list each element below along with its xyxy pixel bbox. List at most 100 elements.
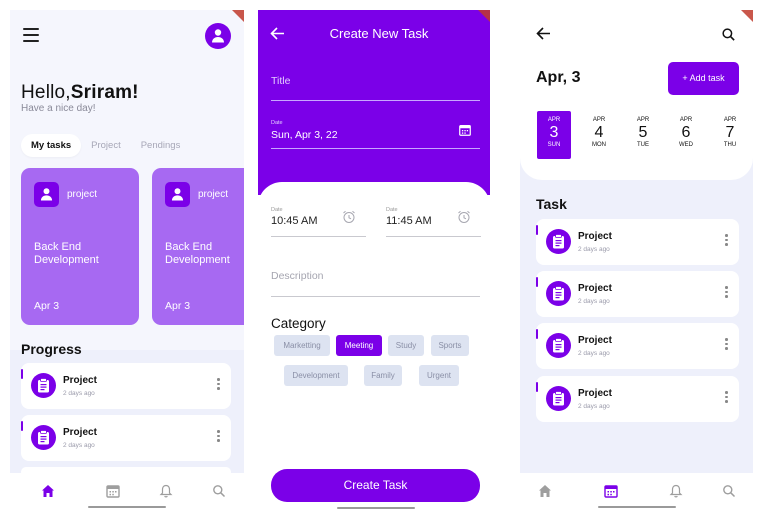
user-name: Sriram! xyxy=(70,82,139,103)
day-number: 3 xyxy=(549,124,559,141)
back-arrow-icon[interactable] xyxy=(536,27,551,40)
category-chip-development[interactable]: Development xyxy=(284,365,348,386)
list-item[interactable]: Project 2 days ago xyxy=(21,363,231,409)
calendar-icon[interactable] xyxy=(105,483,121,499)
category-heading: Category xyxy=(271,316,326,331)
accent-bar xyxy=(536,225,538,235)
create-task-button[interactable]: Create Task xyxy=(271,469,480,502)
card-title: Back End Development xyxy=(34,241,99,266)
add-task-button[interactable]: + Add task xyxy=(668,62,739,95)
item-name: Project xyxy=(578,388,612,399)
user-icon xyxy=(212,29,224,43)
day-item-4[interactable]: APR 4 MON xyxy=(582,111,616,159)
calendar-icon[interactable] xyxy=(458,123,472,137)
home-icon[interactable] xyxy=(537,483,553,499)
more-vert-icon[interactable] xyxy=(217,430,220,444)
item-name: Project xyxy=(63,427,97,438)
list-item[interactable]: Project 2 days ago xyxy=(536,219,739,265)
date-underline xyxy=(271,148,480,149)
end-time-underline xyxy=(386,236,481,237)
bottom-nav xyxy=(10,473,244,511)
tab-my-tasks[interactable]: My tasks xyxy=(21,134,82,157)
search-icon[interactable] xyxy=(721,27,736,42)
card-title: Back End Development xyxy=(165,241,230,266)
category-chip-meeting[interactable]: Meeting xyxy=(336,335,382,356)
task-tabs: My tasks Project Pendings xyxy=(21,134,190,157)
task-card[interactable]: project Back End Development Apr 3 xyxy=(21,168,139,325)
tab-project[interactable]: Project xyxy=(81,134,131,157)
day-weekday: TUE xyxy=(637,142,649,148)
card-tag: project xyxy=(198,189,229,200)
day-month: APR xyxy=(723,117,737,123)
clipboard-icon xyxy=(546,386,571,411)
day-number: 4 xyxy=(594,124,604,141)
search-icon[interactable] xyxy=(721,483,737,499)
category-chip-marketting[interactable]: Marketting xyxy=(274,335,330,356)
item-time: 2 days ago xyxy=(578,298,610,305)
bell-icon[interactable] xyxy=(668,483,684,499)
debug-banner xyxy=(232,10,244,22)
home-indicator xyxy=(88,506,166,508)
avatar[interactable] xyxy=(205,23,231,49)
list-item[interactable]: Project 2 days ago xyxy=(21,415,231,461)
home-icon[interactable] xyxy=(40,483,56,499)
description-underline xyxy=(271,296,480,297)
accent-bar xyxy=(536,329,538,339)
search-icon[interactable] xyxy=(211,483,227,499)
title-underline xyxy=(271,100,480,101)
start-time-field[interactable]: Date 10:45 AM xyxy=(271,207,366,237)
page-title: Create New Task xyxy=(329,26,429,41)
day-item-7[interactable]: APR 7 THU xyxy=(713,111,747,159)
more-vert-icon[interactable] xyxy=(725,391,728,405)
category-chip-study[interactable]: Study xyxy=(388,335,424,356)
bell-icon[interactable] xyxy=(158,483,174,499)
end-time-field[interactable]: Date 11:45 AM xyxy=(386,207,481,237)
clipboard-icon xyxy=(31,373,56,398)
item-time: 2 days ago xyxy=(63,442,95,449)
clipboard-icon xyxy=(546,281,571,306)
more-vert-icon[interactable] xyxy=(725,286,728,300)
user-icon xyxy=(34,182,59,207)
day-month: APR xyxy=(547,117,561,123)
clipboard-icon xyxy=(546,333,571,358)
title-input[interactable]: Title xyxy=(271,75,290,87)
card-tag: project xyxy=(67,189,98,200)
day-month: APR xyxy=(592,117,606,123)
day-item-3[interactable]: APR 3 SUN xyxy=(537,111,571,159)
day-number: 5 xyxy=(638,124,648,141)
list-item[interactable]: Project 2 days ago xyxy=(536,376,739,422)
accent-bar xyxy=(536,382,538,392)
item-name: Project xyxy=(578,283,612,294)
day-item-6[interactable]: APR 6 WED xyxy=(669,111,703,159)
more-vert-icon[interactable] xyxy=(217,378,220,392)
category-chip-urgent[interactable]: Urgent xyxy=(419,365,459,386)
accent-bar xyxy=(21,369,23,379)
item-time: 2 days ago xyxy=(63,390,95,397)
calendar-icon[interactable] xyxy=(603,483,619,499)
alarm-clock-icon xyxy=(343,210,355,223)
date-field[interactable]: Sun, Apr 3, 22 xyxy=(271,129,338,141)
task-card[interactable]: project Back End Development Apr 3 xyxy=(152,168,244,325)
date-heading: Apr, 3 xyxy=(536,69,581,86)
day-item-5[interactable]: APR 5 TUE xyxy=(626,111,660,159)
description-input[interactable]: Description xyxy=(271,270,324,282)
item-time: 2 days ago xyxy=(578,403,610,410)
date-field-label: Date xyxy=(271,120,283,126)
day-number: 7 xyxy=(725,124,735,141)
category-chip-family[interactable]: Family xyxy=(364,365,402,386)
day-weekday: SUN xyxy=(547,142,561,148)
day-month: APR xyxy=(636,117,650,123)
card-date: Apr 3 xyxy=(34,300,60,312)
more-vert-icon[interactable] xyxy=(725,234,728,248)
tab-pendings[interactable]: Pendings xyxy=(131,134,191,157)
list-item[interactable]: Project 2 days ago xyxy=(536,323,739,369)
day-weekday: MON xyxy=(592,142,606,148)
menu-icon[interactable] xyxy=(23,28,39,42)
category-chip-sports[interactable]: Sports xyxy=(431,335,469,356)
alarm-clock-icon xyxy=(458,210,470,223)
debug-banner xyxy=(741,10,753,22)
list-item[interactable]: Project 2 days ago xyxy=(536,271,739,317)
more-vert-icon[interactable] xyxy=(725,338,728,352)
item-name: Project xyxy=(63,375,97,386)
create-task-screen: Create New Task Title Date Sun, Apr 3, 2… xyxy=(258,10,490,511)
